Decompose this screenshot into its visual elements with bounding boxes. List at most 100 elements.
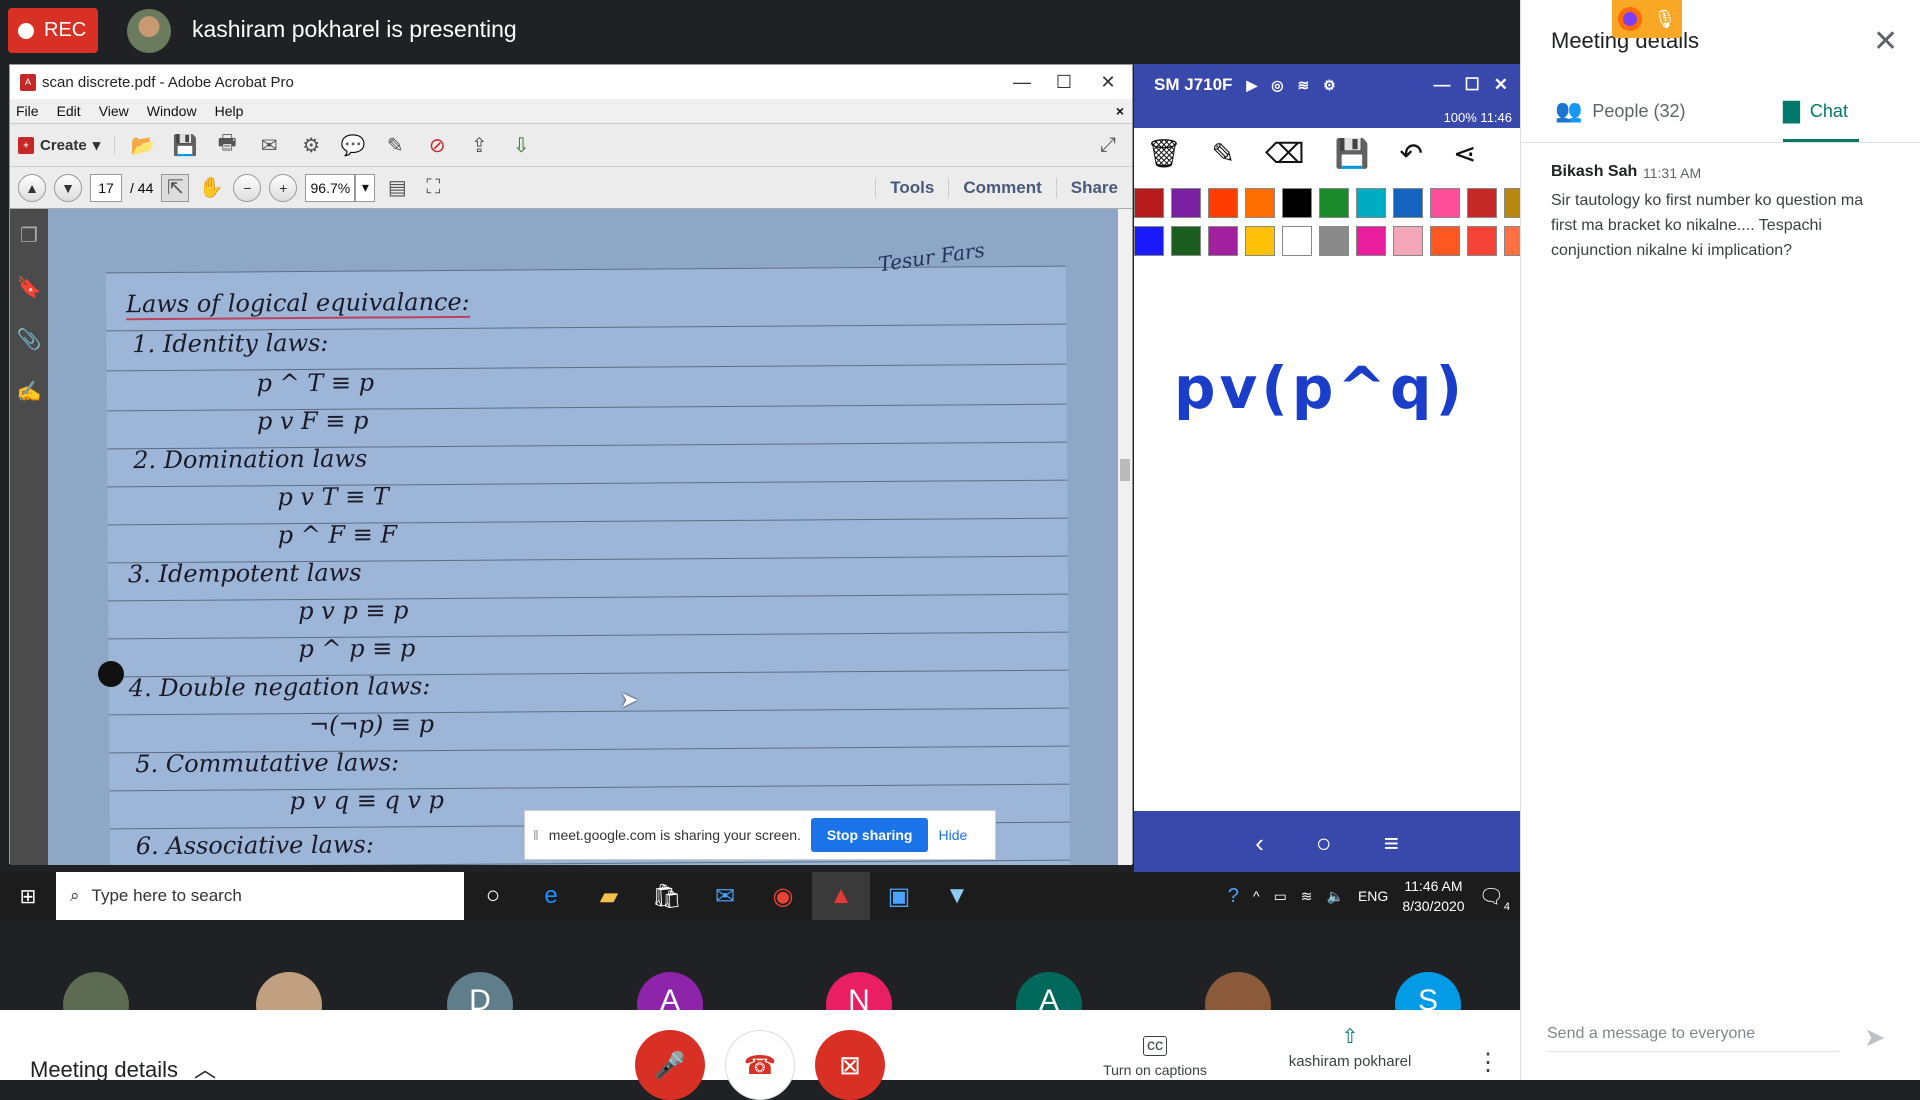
windows-start-icon[interactable]: ⊞ (0, 872, 56, 920)
share-icon[interactable]: ⋖ (1453, 137, 1476, 170)
color-swatch[interactable] (1245, 188, 1275, 218)
camera-off-button[interactable]: ⊠ (815, 1030, 885, 1100)
color-swatch[interactable] (1134, 226, 1164, 256)
email-icon[interactable]: ✉ (255, 131, 283, 159)
menu-icon[interactable]: ≡ (1384, 828, 1399, 859)
stop-sharing-button[interactable]: Stop sharing (810, 818, 929, 852)
home-icon[interactable]: ○ (1316, 828, 1332, 859)
edge-icon[interactable]: e (522, 872, 580, 920)
tab-tools[interactable]: Tools (875, 177, 948, 198)
more-options-icon[interactable]: ⋮ (1476, 1048, 1500, 1077)
comment-bubble-icon[interactable]: 💬 (339, 131, 367, 159)
settings-gear-icon[interactable]: ⚙ (297, 131, 325, 159)
network-icon[interactable]: ≋ (1301, 888, 1313, 905)
page-view-icon[interactable]: ▤ (383, 174, 411, 202)
tab-share[interactable]: Share (1055, 177, 1132, 198)
wifi-icon[interactable]: ≋ (1297, 77, 1309, 94)
color-swatch[interactable] (1467, 188, 1497, 218)
pages-icon[interactable]: ❐ (10, 209, 48, 261)
document-view[interactable]: Laws of logical equivalance: 1. Identity… (48, 209, 1118, 865)
close-icon[interactable]: ✕ (1494, 75, 1508, 95)
tab-comment[interactable]: Comment (948, 177, 1055, 198)
menu-help[interactable]: Help (215, 103, 244, 119)
close-window-button[interactable]: ✕ (1080, 65, 1136, 99)
trash-icon[interactable]: 🗑 (1146, 137, 1182, 170)
signature-icon[interactable]: ✍ (10, 365, 48, 417)
taskbar-search-input[interactable]: ⌕ Type here to search (56, 872, 464, 920)
chevron-up-icon[interactable]: ^ (1253, 888, 1260, 904)
color-swatch[interactable] (1319, 226, 1349, 256)
clock[interactable]: 11:46 AM 8/30/2020 (1402, 876, 1464, 916)
leave-call-button[interactable]: ☎ (725, 1030, 795, 1100)
select-tool-icon[interactable]: ⇱ (161, 173, 190, 202)
color-swatch[interactable] (1171, 188, 1201, 218)
export-icon[interactable]: ⇪ (465, 131, 493, 159)
maximize-icon[interactable]: ☐ (1465, 75, 1480, 95)
meeting-details-toggle[interactable]: Meeting details ︿ (30, 1052, 216, 1084)
mute-mic-button[interactable]: 🎤 (635, 1030, 705, 1100)
color-swatch[interactable] (1430, 188, 1460, 218)
redact-icon[interactable]: ⊘ (423, 131, 451, 159)
app-window-icon[interactable]: ▣ (870, 872, 928, 920)
chrome-icon[interactable]: ◉ (754, 872, 812, 920)
color-swatch[interactable] (1208, 226, 1238, 256)
color-swatch[interactable] (1356, 226, 1386, 256)
language-indicator[interactable]: ENG (1358, 888, 1388, 904)
menu-edit[interactable]: Edit (57, 103, 81, 119)
back-icon[interactable]: ‹ (1255, 828, 1264, 859)
hide-button[interactable]: Hide (938, 827, 967, 843)
help-icon[interactable]: ? (1228, 885, 1239, 908)
color-swatch[interactable] (1282, 226, 1312, 256)
eraser-icon[interactable]: ⌫ (1265, 137, 1305, 170)
mail-icon[interactable]: ✉ (696, 872, 754, 920)
file-explorer-icon[interactable]: ▰ (580, 872, 638, 920)
send-icon[interactable]: ➤ (1864, 1022, 1886, 1053)
battery-icon[interactable]: ▭ (1274, 888, 1287, 905)
page-number-input[interactable]: 17 (90, 173, 122, 202)
volume-icon[interactable]: 🔈 (1327, 888, 1344, 905)
chat-message-input[interactable]: Send a message to everyone (1547, 1025, 1839, 1052)
menu-window[interactable]: Window (147, 103, 197, 119)
settings-gear-icon[interactable]: ⚙ (1323, 77, 1336, 94)
bookmark-icon[interactable]: 🔖 (10, 261, 48, 313)
color-swatch[interactable] (1208, 188, 1238, 218)
minimize-icon[interactable]: — (1434, 75, 1451, 95)
expand-icon[interactable]: ⤢ (1094, 131, 1122, 159)
color-swatch[interactable] (1245, 226, 1275, 256)
combine-icon[interactable]: ⇩ (507, 131, 535, 159)
color-swatch[interactable] (1282, 188, 1312, 218)
save-icon[interactable]: 💾 (1335, 137, 1370, 170)
acrobat-taskbar-icon[interactable]: ▲ (812, 872, 870, 920)
color-swatch[interactable] (1393, 226, 1423, 256)
store-icon[interactable]: 🛍 (638, 872, 696, 920)
color-swatch[interactable] (1430, 226, 1460, 256)
tab-people[interactable]: 👥 People (32) (1555, 98, 1685, 124)
captions-button[interactable]: cc Turn on captions (1090, 1036, 1220, 1078)
open-folder-icon[interactable]: 📂 (129, 131, 157, 159)
undo-icon[interactable]: ↶ (1399, 137, 1422, 170)
camera-icon[interactable]: ▶ (1246, 77, 1257, 94)
cortana-icon[interactable]: ○ (464, 872, 522, 920)
close-document-icon[interactable]: × (1116, 103, 1124, 119)
zoom-input[interactable]: 96.7% (305, 173, 356, 202)
menu-file[interactable]: File (16, 103, 39, 119)
color-swatch[interactable] (1356, 188, 1386, 218)
headphone-icon[interactable]: ◎ (1271, 77, 1283, 94)
color-swatch[interactable] (1319, 188, 1349, 218)
create-button[interactable]: + Create ▾ (18, 136, 116, 154)
mirror-app-icon[interactable]: ▼ (928, 872, 986, 920)
previous-page-icon[interactable]: ▲ (18, 173, 46, 202)
save-icon[interactable]: 💾 (171, 131, 199, 159)
color-swatch[interactable] (1134, 188, 1164, 218)
color-swatch[interactable] (1467, 226, 1497, 256)
hand-tool-icon[interactable]: ✋ (197, 174, 225, 202)
vertical-scrollbar[interactable] (1118, 209, 1132, 865)
zoom-dropdown-icon[interactable]: ▾ (355, 173, 376, 202)
menu-view[interactable]: View (99, 103, 129, 119)
attachment-icon[interactable]: 📎 (10, 313, 48, 365)
drag-handle-icon[interactable]: ‖ (533, 827, 539, 843)
close-panel-button[interactable]: ✕ (1873, 24, 1898, 59)
highlight-icon[interactable]: ✎ (381, 131, 409, 159)
color-swatch[interactable] (1393, 188, 1423, 218)
drawing-canvas[interactable]: pv(p^q) (1134, 284, 1520, 874)
